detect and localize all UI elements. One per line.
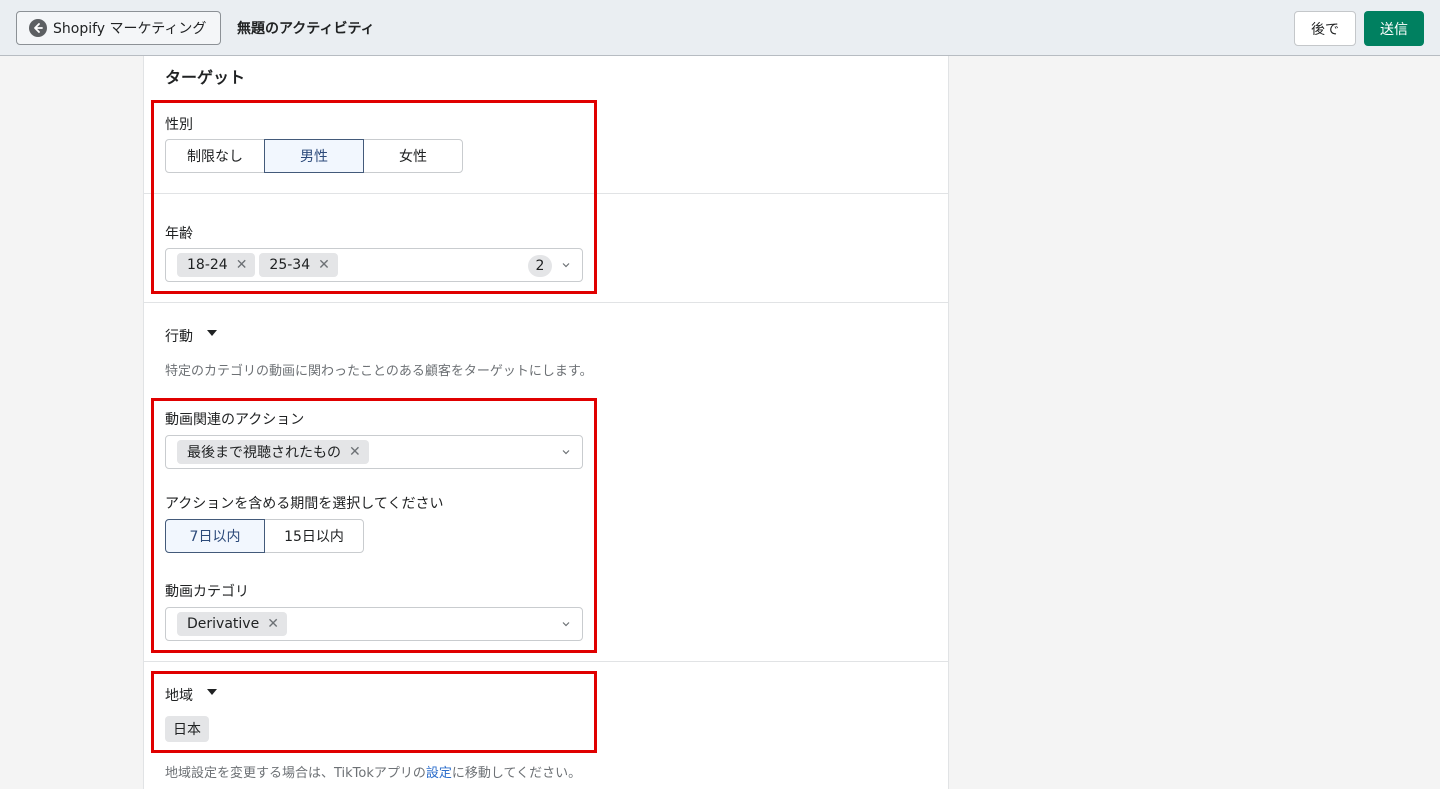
behavior-label: 行動	[165, 329, 193, 345]
region-label: 地域	[165, 688, 193, 704]
region-toggle[interactable]: 地域	[165, 685, 217, 705]
video-category-tag-label: Derivative	[187, 616, 260, 632]
period-label: アクションを含める期間を選択してください	[165, 496, 444, 512]
remove-tag-icon[interactable]: ✕	[318, 257, 330, 273]
page-title: 無題のアクティビティ	[237, 21, 375, 37]
caret-down-icon	[207, 330, 217, 336]
target-section-title: ターゲット	[165, 68, 246, 87]
later-button[interactable]: 後で	[1294, 11, 1356, 46]
caret-down-icon	[207, 689, 217, 695]
selected-count-badge: 2	[528, 255, 552, 277]
region-note-text: に移動してください。	[451, 766, 582, 781]
send-button[interactable]: 送信	[1364, 11, 1424, 46]
age-tag-label: 25-34	[269, 257, 311, 273]
gender-option-female[interactable]: 女性	[363, 139, 463, 173]
video-action-label: 動画関連のアクション	[165, 412, 305, 428]
region-note-text: 地域設定を変更する場合は、TikTokアプリの	[165, 766, 426, 781]
target-card: ターゲット 性別 制限なし 男性 女性 年齢 18-24 ✕ 25-34 ✕ 2…	[143, 56, 949, 789]
video-action-multiselect[interactable]: 最後まで視聴されたもの ✕	[165, 435, 583, 469]
chevron-down-icon[interactable]	[560, 446, 572, 458]
region-note: 地域設定を変更する場合は、TikTokアプリの設定に移動してください。	[165, 762, 581, 781]
gender-segmented-control: 制限なし 男性 女性	[165, 139, 463, 173]
age-tag-label: 18-24	[187, 257, 228, 273]
period-option-7-days[interactable]: 7日以内	[165, 519, 265, 553]
remove-tag-icon[interactable]: ✕	[267, 616, 279, 632]
top-bar: Shopify マーケティング 無題のアクティビティ 後で 送信	[0, 0, 1440, 56]
divider	[144, 661, 948, 662]
back-to-marketing-button[interactable]: Shopify マーケティング	[16, 11, 221, 45]
settings-link[interactable]: 設定	[426, 766, 452, 781]
age-label: 年齢	[165, 226, 193, 242]
back-button-label: Shopify マーケティング	[53, 21, 207, 37]
gender-option-no-limit[interactable]: 制限なし	[165, 139, 265, 173]
behavior-description: 特定のカテゴリの動画に関わったことのある顧客をターゲットにします。	[165, 364, 593, 379]
divider	[144, 193, 948, 194]
period-option-15-days[interactable]: 15日以内	[264, 519, 364, 553]
arrow-left-circle-icon	[29, 19, 47, 37]
video-category-multiselect[interactable]: Derivative ✕	[165, 607, 583, 641]
video-category-tag: Derivative ✕	[177, 612, 287, 636]
chevron-down-icon[interactable]	[560, 259, 572, 271]
region-value-tag: 日本	[165, 716, 209, 742]
remove-tag-icon[interactable]: ✕	[236, 257, 248, 273]
video-category-label: 動画カテゴリ	[165, 584, 249, 600]
age-tag: 25-34 ✕	[259, 253, 338, 277]
age-multiselect[interactable]: 18-24 ✕ 25-34 ✕ 2	[165, 248, 583, 282]
video-action-tag-label: 最後まで視聴されたもの	[187, 445, 341, 461]
chevron-down-icon[interactable]	[560, 618, 572, 630]
remove-tag-icon[interactable]: ✕	[349, 444, 361, 460]
age-tag: 18-24 ✕	[177, 253, 256, 277]
period-segmented-control: 7日以内 15日以内	[165, 519, 364, 553]
divider	[144, 302, 948, 303]
gender-option-male[interactable]: 男性	[264, 139, 364, 173]
behavior-toggle[interactable]: 行動	[165, 326, 217, 346]
video-action-tag: 最後まで視聴されたもの ✕	[177, 440, 369, 464]
gender-label: 性別	[165, 117, 193, 133]
